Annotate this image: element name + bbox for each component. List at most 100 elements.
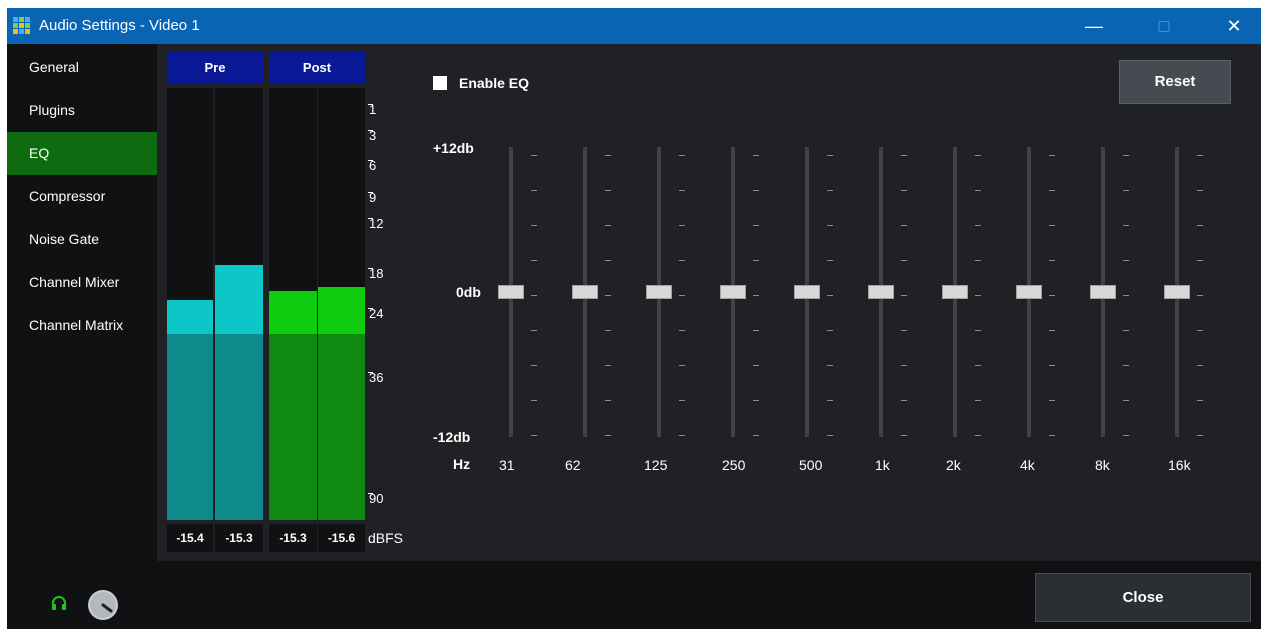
eq-tick-mark (531, 365, 537, 366)
eq-tick-mark (753, 330, 759, 331)
eq-tick-mark (605, 400, 611, 401)
dbfs-unit-label: dBFS (368, 530, 404, 546)
pre-meter-header: Pre (167, 52, 263, 84)
pre-meter-right (215, 88, 263, 520)
headphones-icon[interactable] (51, 596, 67, 610)
eq-tick-mark (1197, 260, 1203, 261)
window-title: Audio Settings - Video 1 (39, 17, 200, 34)
title-bar: Audio Settings - Video 1 — □ ✕ (7, 8, 1261, 44)
eq-tick-mark (1123, 400, 1129, 401)
sidebar-item-eq[interactable]: EQ (7, 132, 157, 175)
eq-tick-mark (753, 365, 759, 366)
eq-tick-mark (605, 260, 611, 261)
eq-tick-mark (1123, 190, 1129, 191)
eq-tick-mark (1049, 190, 1055, 191)
eq-slider-knob[interactable] (1164, 285, 1190, 299)
reset-button[interactable]: Reset (1119, 60, 1231, 104)
eq-tick-mark (827, 225, 833, 226)
eq-tick-mark (679, 365, 685, 366)
close-button[interactable]: Close (1035, 573, 1251, 622)
eq-slider-knob[interactable] (572, 285, 598, 299)
pre-meter-left (167, 88, 213, 520)
close-window-button[interactable]: ✕ (1211, 8, 1257, 44)
post-meter-right (318, 88, 365, 520)
eq-panel: Pre Post 1 3 6 9 12 18 24 36 90 -15.4 -15.3 -15.… (157, 44, 1261, 561)
eq-mid-db-label: 0db (456, 284, 481, 300)
sidebar-item-channel-matrix[interactable]: Channel Matrix (7, 304, 157, 347)
sidebar: General Plugins EQ Compressor Noise Gate… (7, 44, 157, 534)
eq-slider-knob[interactable] (646, 285, 672, 299)
sidebar-item-general[interactable]: General (7, 46, 157, 89)
meter-scale-label: 1 (369, 102, 377, 117)
eq-tick-mark (1049, 155, 1055, 156)
eq-slider-knob[interactable] (720, 285, 746, 299)
eq-tick-mark (753, 435, 759, 436)
eq-tick-mark (975, 295, 981, 296)
eq-tick-mark (753, 400, 759, 401)
eq-tick-mark (531, 225, 537, 226)
meter-scale-label: 12 (369, 216, 384, 231)
meter-scale-label: 90 (369, 491, 384, 506)
eq-tick-mark (1197, 295, 1203, 296)
post-meter-left (269, 88, 317, 520)
minimize-button[interactable]: — (1071, 8, 1117, 44)
eq-band-frequency-label: 62 (565, 457, 581, 473)
eq-tick-mark (827, 435, 833, 436)
sidebar-item-plugins[interactable]: Plugins (7, 89, 157, 132)
eq-tick-mark (753, 225, 759, 226)
eq-tick-mark (679, 190, 685, 191)
eq-tick-mark (827, 330, 833, 331)
eq-tick-mark (531, 155, 537, 156)
eq-band-frequency-label: 500 (799, 457, 823, 473)
sidebar-item-compressor[interactable]: Compressor (7, 175, 157, 218)
maximize-button[interactable]: □ (1141, 8, 1187, 44)
eq-tick-mark (1049, 400, 1055, 401)
eq-tick-mark (975, 365, 981, 366)
eq-tick-mark (679, 225, 685, 226)
eq-band-frequency-label: 250 (722, 457, 746, 473)
eq-tick-mark (975, 330, 981, 331)
eq-slider-knob[interactable] (794, 285, 820, 299)
eq-tick-mark (901, 190, 907, 191)
eq-slider-knob[interactable] (942, 285, 968, 299)
eq-tick-mark (901, 435, 907, 436)
meter-level-fill (318, 334, 365, 520)
eq-tick-mark (753, 155, 759, 156)
eq-slider-knob[interactable] (1090, 285, 1116, 299)
eq-tick-mark (1197, 435, 1203, 436)
eq-slider-knob[interactable] (868, 285, 894, 299)
eq-tick-mark (827, 295, 833, 296)
eq-tick-mark (901, 400, 907, 401)
volume-knob-icon[interactable] (87, 589, 119, 621)
enable-eq-checkbox[interactable] (433, 76, 447, 90)
sidebar-item-noise-gate[interactable]: Noise Gate (7, 218, 157, 261)
eq-tick-mark (827, 365, 833, 366)
meter-scale-label: 9 (369, 190, 377, 205)
eq-tick-mark (901, 225, 907, 226)
audio-settings-window: Audio Settings - Video 1 — □ ✕ General P… (7, 8, 1261, 629)
eq-tick-mark (531, 260, 537, 261)
eq-band-frequency-label: 8k (1095, 457, 1110, 473)
eq-tick-mark (827, 260, 833, 261)
footer-bar: Close (7, 561, 1261, 629)
meter-scale-label: 3 (369, 128, 377, 143)
eq-tick-mark (975, 190, 981, 191)
eq-tick-mark (605, 155, 611, 156)
eq-tick-mark (531, 330, 537, 331)
eq-tick-mark (1123, 225, 1129, 226)
sidebar-item-channel-mixer[interactable]: Channel Mixer (7, 261, 157, 304)
eq-slider-knob[interactable] (1016, 285, 1042, 299)
meter-scale-label: 36 (369, 370, 384, 385)
eq-tick-mark (1123, 330, 1129, 331)
eq-slider-knob[interactable] (498, 285, 524, 299)
pre-left-value: -15.4 (167, 524, 213, 552)
eq-tick-mark (1049, 435, 1055, 436)
eq-tick-mark (1197, 330, 1203, 331)
meter-level-fill (215, 334, 263, 520)
eq-tick-mark (605, 190, 611, 191)
eq-tick-mark (1049, 225, 1055, 226)
eq-tick-mark (1197, 365, 1203, 366)
eq-tick-mark (753, 190, 759, 191)
eq-tick-mark (531, 435, 537, 436)
eq-tick-mark (901, 365, 907, 366)
